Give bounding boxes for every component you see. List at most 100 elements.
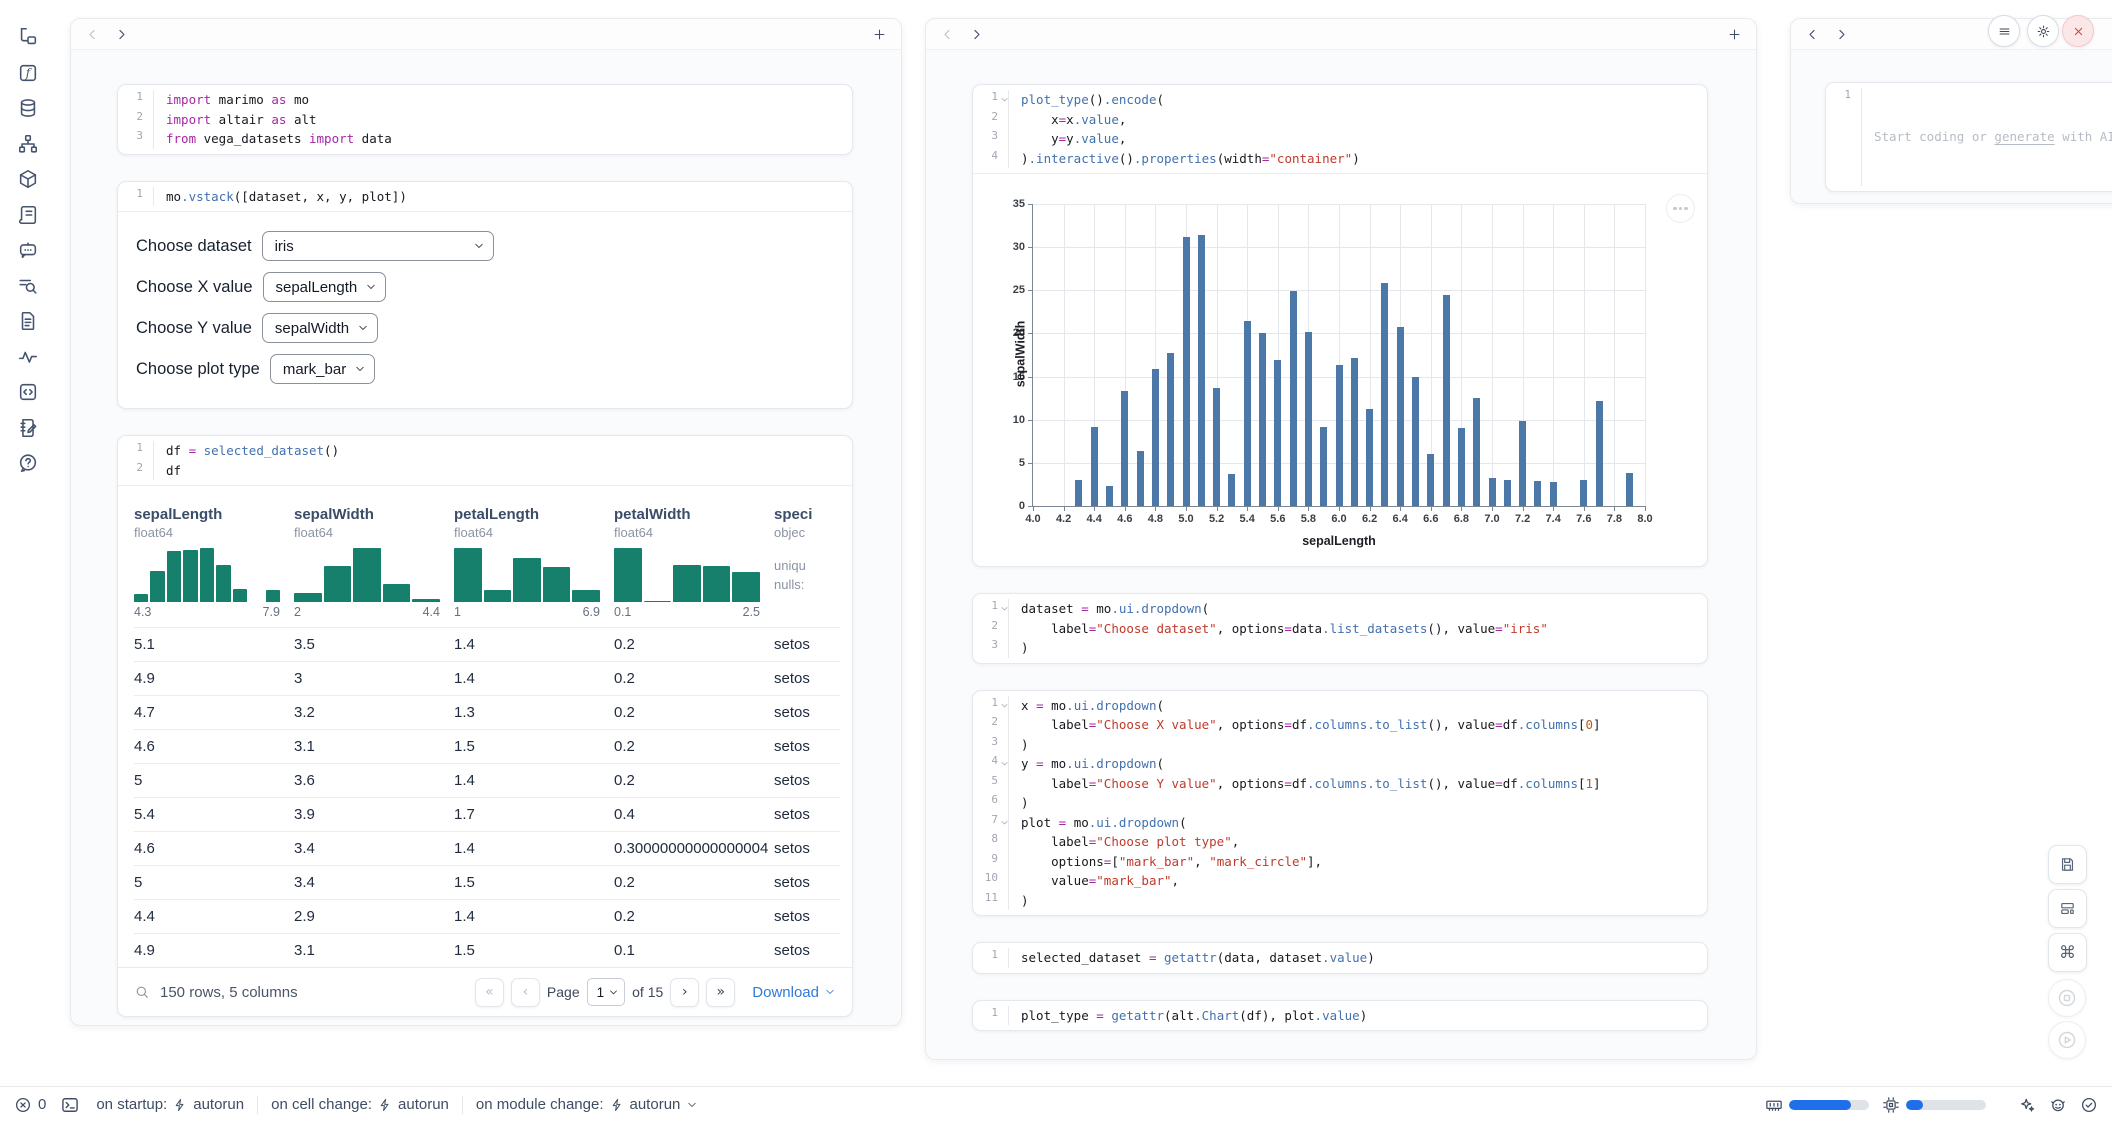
notebook-menu-button[interactable] [1988,15,2020,47]
chevron-right-icon[interactable] [114,27,129,42]
stop-button[interactable] [2048,979,2086,1017]
table-cell: 1.5 [454,874,614,891]
settings-button[interactable] [2027,15,2059,47]
table-row[interactable]: 53.61.40.2setos [134,763,840,797]
scroll-icon[interactable] [17,204,39,226]
package-icon[interactable] [17,168,39,190]
fold-chevron-icon[interactable] [1000,604,1009,613]
fold-chevron-icon[interactable] [1000,759,1009,768]
table-column-header[interactable]: sepalLengthfloat644.37.9 [134,496,294,619]
editor-placeholder[interactable]: Start coding or generate with AI [1874,127,2112,147]
chart-bar [1473,398,1480,506]
save-button[interactable] [2048,845,2087,884]
x-tick-label: 6.0 [1324,513,1354,525]
table-row[interactable]: 4.73.21.30.2setos [134,695,840,729]
chart-bar [1366,409,1373,507]
altair-chart[interactable]: 4.04.24.44.64.85.05.25.45.65.86.06.26.46… [1032,204,1645,507]
page-select[interactable]: 1 [587,978,626,1006]
fold-chevron-icon[interactable] [1000,818,1009,827]
dropdown-select-3[interactable]: sepalWidth [262,313,378,343]
fold-chevron-icon[interactable] [1000,95,1009,104]
code-block-icon[interactable] [17,381,39,403]
table-row[interactable]: 4.42.91.40.2setos [134,899,840,933]
scratch-code-cell[interactable]: 1 Start coding or generate with AI [1825,82,2112,192]
error-indicator[interactable]: 0 [14,1096,46,1114]
code-line: value="mark_bar", [1021,871,1601,891]
run-mode-1[interactable]: on startup:autorun [96,1096,244,1113]
shutdown-button[interactable] [2062,15,2094,47]
terminal-button[interactable] [60,1095,80,1115]
chevron-left-icon[interactable] [940,27,955,42]
column-dtype: objec [774,525,840,540]
table-row[interactable]: 4.63.11.50.2setos [134,729,840,763]
plus-icon[interactable] [1727,27,1742,42]
run-mode-3[interactable]: on module change:autorun [476,1096,698,1113]
function-icon[interactable]: f [17,62,39,84]
chevron-right-icon[interactable] [969,27,984,42]
layout-toggle-button[interactable] [2048,889,2087,928]
activity-icon[interactable] [17,346,39,368]
database-icon[interactable] [17,97,39,119]
code-editor[interactable]: 1234plot_type().encode( x=x.value, y=y.v… [973,85,1707,173]
chat-bot-icon[interactable] [17,239,39,261]
code-line: import altair as alt [166,110,392,130]
connection-status[interactable] [2080,1096,2098,1114]
file-tree-icon[interactable] [17,26,39,48]
first-page-button[interactable]: « [475,978,504,1007]
table-row[interactable]: 5.13.51.40.2setos [134,627,840,661]
table-column-header[interactable]: petalLengthfloat6416.9 [454,496,614,619]
table-column-header[interactable]: speciobjecuniqunulls: [774,496,840,619]
y-tick-label: 0 [999,500,1025,512]
run-all-button[interactable] [2048,1021,2086,1059]
plus-icon[interactable] [872,27,887,42]
dropdown-select-1[interactable]: iris [262,231,494,261]
table-row[interactable]: 4.931.40.2setos [134,661,840,695]
chevron-left-icon[interactable] [85,27,100,42]
plot-cell: 1234plot_type().encode( x=x.value, y=y.v… [972,84,1708,567]
copilot-button[interactable] [2049,1096,2067,1114]
table-cell: 3 [294,670,454,687]
code-editor[interactable]: 1mo.vstack([dataset, x, y, plot]) [118,182,852,212]
download-button[interactable]: Download [752,984,836,1001]
table-row[interactable]: 4.93.11.50.1setos [134,933,840,967]
x-tick-label: 6.2 [1355,513,1385,525]
snippets-icon[interactable] [17,310,39,332]
table-cell: 1.4 [454,908,614,925]
table-column-header[interactable]: petalWidthfloat640.12.5 [614,496,774,619]
help-icon[interactable] [17,452,39,474]
code-editor[interactable]: 123import marimo as moimport altair as a… [118,85,852,154]
chart-options-button[interactable] [1666,194,1695,223]
code-editor[interactable]: 1234567891011x = mo.ui.dropdown( label="… [973,691,1707,916]
fold-chevron-icon[interactable] [1000,701,1009,710]
code-editor[interactable]: 1plot_type = getattr(alt.Chart(df), plot… [973,1001,1707,1031]
next-page-button[interactable]: › [670,978,699,1007]
chevron-left-icon[interactable] [1805,27,1820,42]
command-palette-button[interactable]: ⌘ [2048,933,2087,972]
prev-page-button[interactable]: ‹ [511,978,540,1007]
x-tick [1339,506,1340,511]
table-column-header[interactable]: sepalWidthfloat6424.4 [294,496,454,619]
histogram-bar [732,572,760,602]
dropdown-select-2[interactable]: sepalLength [263,272,387,302]
code-editor[interactable]: 123dataset = mo.ui.dropdown( label="Choo… [973,594,1707,663]
scratchpad-icon[interactable] [17,417,39,439]
table-cell: 3.6 [294,772,454,789]
dropdown-select-4[interactable]: mark_bar [270,354,375,384]
ai-assist-button[interactable] [2018,1096,2036,1114]
histogram-bar [572,590,600,602]
line-number: 11 [973,891,1008,911]
search-icon[interactable] [134,984,150,1000]
chevron-right-icon[interactable] [1834,27,1849,42]
line-number: 1 [973,90,1008,110]
table-row[interactable]: 5.43.91.70.4setos [134,797,840,831]
table-row[interactable]: 4.63.41.40.30000000000000004setos [134,831,840,865]
run-mode-2[interactable]: on cell change:autorun [271,1096,449,1113]
log-search-icon[interactable] [17,275,39,297]
hierarchy-icon[interactable] [17,133,39,155]
table-row[interactable]: 53.41.50.2setos [134,865,840,899]
code-editor[interactable]: 1selected_dataset = getattr(data, datase… [973,943,1707,973]
code-editor[interactable]: 12df = selected_dataset()df [118,436,852,485]
generate-link[interactable]: generate [1994,129,2054,144]
column-histogram [134,548,280,602]
last-page-button[interactable]: » [706,978,735,1007]
